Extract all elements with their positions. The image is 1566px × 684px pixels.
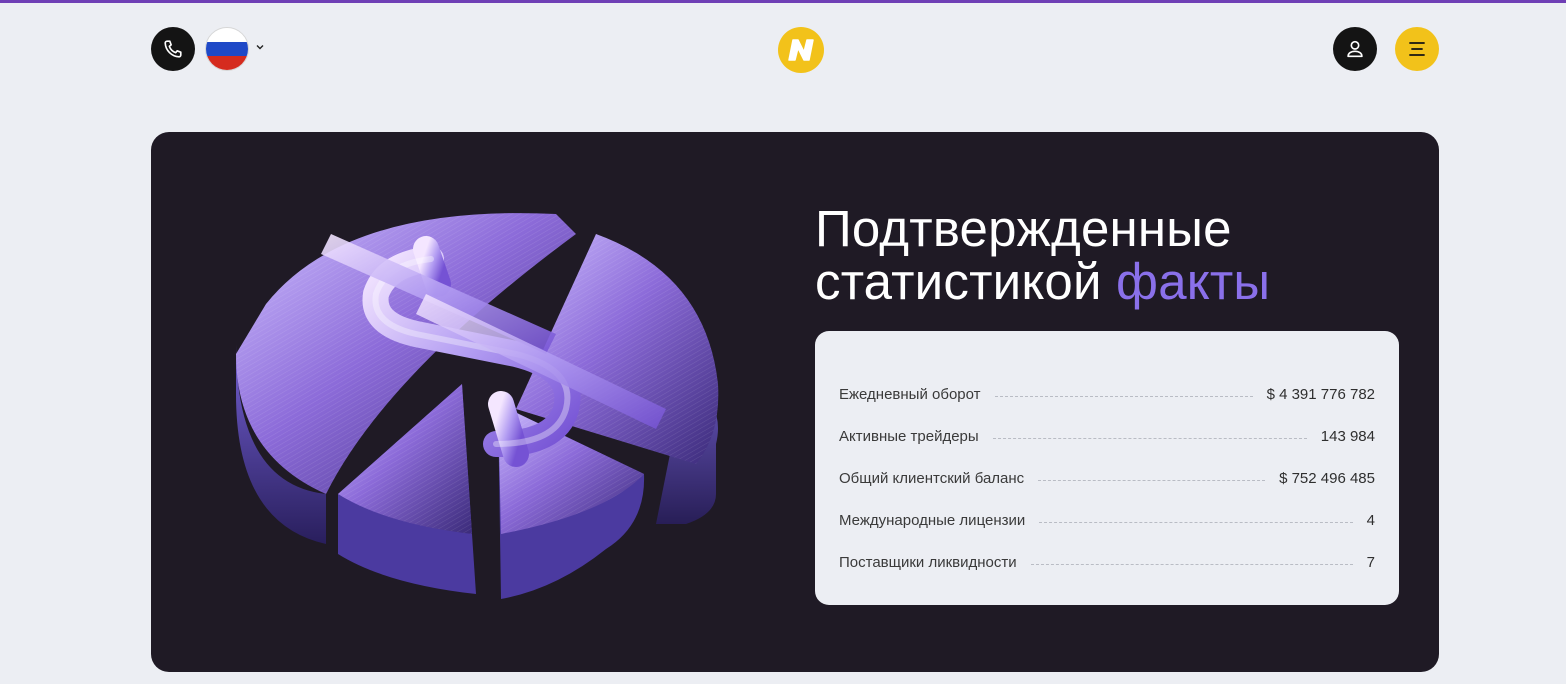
phone-button[interactable] <box>151 27 195 71</box>
stat-value: $ 752 496 485 <box>1279 469 1375 487</box>
phone-icon <box>164 40 182 58</box>
statistics-hero: Подтвержденные статистикой факты Ежеднев… <box>151 132 1439 672</box>
stat-row-active-traders: Активные трейдеры 143 984 <box>839 415 1375 457</box>
stat-value: 7 <box>1366 553 1375 571</box>
russia-flag-icon <box>205 27 249 71</box>
stat-label: Общий клиентский баланс <box>839 469 1025 487</box>
stat-row-licenses: Международные лицензии 4 <box>839 499 1375 541</box>
stat-divider <box>1039 521 1353 523</box>
site-header <box>0 3 1566 93</box>
dollar-pie-chart-illustration <box>236 213 719 599</box>
logo-n-icon <box>788 39 814 61</box>
stat-row-client-balance: Общий клиентский баланс $ 752 496 485 <box>839 457 1375 499</box>
logo[interactable] <box>778 27 824 73</box>
user-icon <box>1347 40 1363 58</box>
language-selector[interactable] <box>205 27 264 71</box>
stat-value: 143 984 <box>1320 427 1375 445</box>
stat-row-daily-turnover: Ежедневный оборот $ 4 391 776 782 <box>839 373 1375 415</box>
stat-row-liquidity-providers: Поставщики ликвидности 7 <box>839 541 1375 583</box>
menu-button[interactable] <box>1395 27 1439 71</box>
user-account-button[interactable] <box>1333 27 1377 71</box>
stat-label: Ежедневный оборот <box>839 385 981 403</box>
chevron-down-icon <box>256 45 264 50</box>
stat-divider <box>992 437 1307 439</box>
hero-title-line1: Подтвержденные <box>815 200 1232 257</box>
hero-title: Подтвержденные статистикой факты <box>815 202 1435 308</box>
stat-divider <box>1030 563 1353 565</box>
stat-label: Активные трейдеры <box>839 427 979 445</box>
stat-divider <box>1038 479 1266 481</box>
stats-card: Ежедневный оборот $ 4 391 776 782 Активн… <box>815 331 1399 605</box>
stat-value: 4 <box>1366 511 1375 529</box>
hero-title-line2: статистикой <box>815 253 1102 310</box>
menu-icon <box>1409 42 1425 56</box>
hero-title-accent: факты <box>1116 253 1271 310</box>
stat-divider <box>994 395 1253 397</box>
stat-value: $ 4 391 776 782 <box>1266 385 1375 403</box>
stat-label: Поставщики ликвидности <box>839 553 1017 571</box>
stat-label: Международные лицензии <box>839 511 1026 529</box>
